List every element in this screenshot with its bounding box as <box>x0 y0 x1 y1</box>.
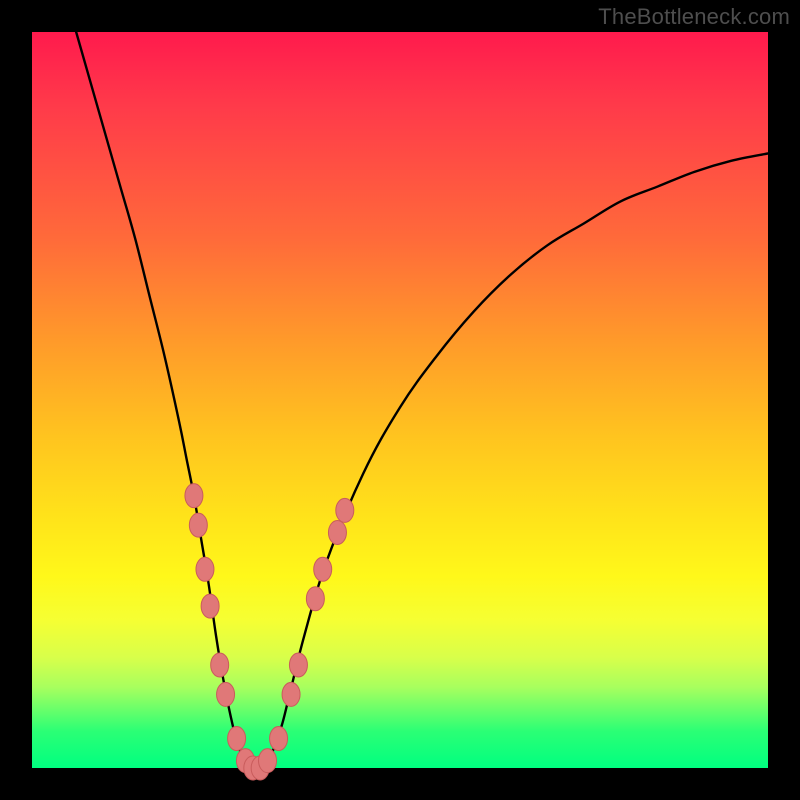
curve-marker <box>328 520 346 544</box>
bottleneck-curve <box>76 32 768 769</box>
curve-marker <box>185 484 203 508</box>
curve-marker <box>211 653 229 677</box>
outer-frame: TheBottleneck.com <box>0 0 800 800</box>
curve-marker <box>289 653 307 677</box>
curve-layer <box>76 32 768 769</box>
curve-marker <box>336 498 354 522</box>
curve-marker <box>201 594 219 618</box>
curve-marker <box>306 587 324 611</box>
curve-marker <box>189 513 207 537</box>
watermark-text: TheBottleneck.com <box>598 4 790 30</box>
curve-marker <box>282 682 300 706</box>
chart-svg <box>32 32 768 768</box>
curve-marker <box>270 727 288 751</box>
curve-marker <box>196 557 214 581</box>
marker-layer <box>185 484 354 780</box>
curve-marker <box>228 727 246 751</box>
curve-marker <box>314 557 332 581</box>
curve-marker <box>217 682 235 706</box>
curve-marker <box>259 749 277 773</box>
